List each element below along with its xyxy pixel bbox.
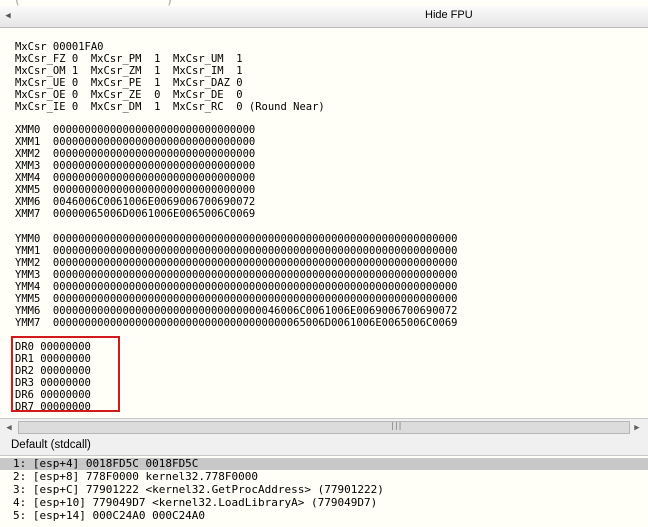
scroll-left-arrow-icon[interactable]: ◀ xyxy=(1,420,17,436)
dr-line[interactable]: DR0 00000000 xyxy=(15,341,91,353)
ymm-line[interactable]: YMM5 00000000000000000000000000000000000… xyxy=(15,293,458,305)
ymm-line[interactable]: YMM4 00000000000000000000000000000000000… xyxy=(15,281,458,293)
hide-fpu-button[interactable]: Hide FPU xyxy=(425,9,473,21)
dr-line[interactable]: DR7 00000000 xyxy=(15,401,91,413)
xmm-line[interactable]: XMM3 00000000000000000000000000000000 xyxy=(15,160,255,172)
dr-line[interactable]: DR1 00000000 xyxy=(15,353,91,365)
xmm-line[interactable]: XMM7 00000065006D0061006E0065006C0069 xyxy=(15,208,255,220)
ymm-line[interactable]: YMM7 00000000000000000000000000000000000… xyxy=(15,317,458,329)
mxcsr-line[interactable]: MxCsr_FZ 0 MxCsr_PM 1 MxCsr_UM 1 xyxy=(15,53,243,65)
chevron-left-icon[interactable]: ◀ xyxy=(2,9,14,23)
xmm-line[interactable]: XMM6 0046006C0061006E0069006700690072 xyxy=(15,196,255,208)
xmm-line[interactable]: XMM2 00000000000000000000000000000000 xyxy=(15,148,255,160)
calling-convention-label[interactable]: Default (stdcall) xyxy=(11,439,91,451)
stack-row[interactable]: 4: [esp+10] 779049D7 <kernel32.LoadLibra… xyxy=(0,497,648,509)
fpu-header-bar: ◀ Hide FPU xyxy=(0,6,648,28)
xmm-line[interactable]: XMM0 00000000000000000000000000000000 xyxy=(15,124,255,136)
ymm-line[interactable]: YMM6 00000000000000000000000000000000004… xyxy=(15,305,458,317)
scroll-right-arrow-icon[interactable]: ▶ xyxy=(629,420,645,436)
stack-row[interactable]: 2: [esp+8] 778F0000 kernel32.778F0000 xyxy=(0,471,648,483)
ymm-line[interactable]: YMM3 00000000000000000000000000000000000… xyxy=(15,269,458,281)
stack-row-text: 1: [esp+4] 0018FD5C 0018FD5C xyxy=(13,457,199,470)
stack-convention-bar[interactable]: Default (stdcall) xyxy=(0,437,648,456)
ymm-line[interactable]: YMM0 00000000000000000000000000000000000… xyxy=(15,233,458,245)
xmm-line[interactable]: XMM5 00000000000000000000000000000000 xyxy=(15,184,255,196)
grip-icon: ||| xyxy=(390,421,402,430)
mxcsr-line[interactable]: MxCsr_UE 0 MxCsr_PE 1 MxCsr_DAZ 0 xyxy=(15,77,243,89)
stack-arguments-panel[interactable]: 1: [esp+4] 0018FD5C 0018FD5C 2: [esp+8] 7… xyxy=(0,456,648,527)
ymm-line[interactable]: YMM1 00000000000000000000000000000000000… xyxy=(15,245,458,257)
stack-row-text: 4: [esp+10] 779049D7 <kernel32.LoadLibra… xyxy=(13,496,378,509)
stack-row-text: 5: [esp+14] 000C24A0 000C24A0 xyxy=(13,509,206,522)
xmm-line[interactable]: XMM1 00000000000000000000000000000000 xyxy=(15,136,255,148)
mxcsr-line[interactable]: MxCsr_OE 0 MxCsr_ZE 0 MxCsr_DE 0 xyxy=(15,89,243,101)
scrollbar-thumb[interactable] xyxy=(18,421,630,434)
stack-row[interactable]: 1: [esp+4] 0018FD5C 0018FD5C xyxy=(0,458,648,470)
registers-panel[interactable]: MxCsr 00001FA0 MxCsr_FZ 0 MxCsr_PM 1 MxCs… xyxy=(0,28,648,416)
horizontal-scrollbar[interactable]: ◀ ||| ▶ xyxy=(0,418,648,438)
xmm-line[interactable]: XMM4 00000000000000000000000000000000 xyxy=(15,172,255,184)
stack-row-text: 2: [esp+8] 778F0000 kernel32.778F0000 xyxy=(13,470,259,483)
stack-row-text: 3: [esp+C] 77901222 <kernel32.GetProcAdd… xyxy=(13,483,384,496)
dr-line[interactable]: DR3 00000000 xyxy=(15,377,91,389)
stack-row[interactable]: 3: [esp+C] 77901222 <kernel32.GetProcAdd… xyxy=(0,484,648,496)
dr-line[interactable]: DR6 00000000 xyxy=(15,389,91,401)
dr-line[interactable]: DR2 00000000 xyxy=(15,365,91,377)
mxcsr-line[interactable]: MxCsr_OM 1 MxCsr_ZM 1 MxCsr_IM 1 xyxy=(15,65,243,77)
ymm-line[interactable]: YMM2 00000000000000000000000000000000000… xyxy=(15,257,458,269)
mxcsr-line[interactable]: MxCsr 00001FA0 xyxy=(15,41,104,53)
stack-row[interactable]: 5: [esp+14] 000C24A0 000C24A0 xyxy=(0,510,648,522)
mxcsr-line[interactable]: MxCsr_IE 0 MxCsr_DM 1 MxCsr_RC 0 (Round … xyxy=(15,101,325,113)
